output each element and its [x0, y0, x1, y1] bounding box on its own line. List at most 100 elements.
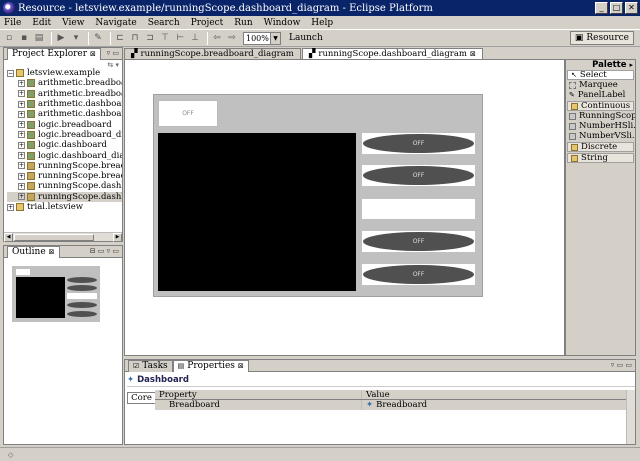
- launch-button[interactable]: Launch: [289, 33, 323, 43]
- toggle-button[interactable]: OFF: [158, 100, 218, 127]
- tab-breadboard-diagram[interactable]: ▞ runningScope.breadboard_diagram: [124, 48, 301, 59]
- led-indicator-1[interactable]: OFF: [362, 133, 475, 154]
- tree-file-item[interactable]: + arithmetic.breadboard: [7, 78, 122, 88]
- menu-view[interactable]: View: [62, 18, 84, 28]
- tab-properties[interactable]: ▤ Properties ⊠: [172, 359, 249, 372]
- palette-item-numberhslider[interactable]: NumberHSli...: [566, 121, 635, 131]
- expand-icon[interactable]: +: [18, 152, 25, 160]
- tree-file-item[interactable]: + logic.dashboard_diagra: [7, 150, 122, 161]
- diagram-canvas[interactable]: OFF OFF OFF OFF OFF: [124, 59, 565, 356]
- expand-icon[interactable]: +: [18, 121, 25, 129]
- column-header-value[interactable]: Value: [362, 390, 635, 400]
- view-menu-icon[interactable]: ▿ ▭ ▭: [611, 360, 632, 371]
- close-icon[interactable]: ⊠: [238, 361, 244, 372]
- tree-file-item[interactable]: + runningScope.breadboa: [7, 161, 122, 171]
- dropdown-icon[interactable]: ▾: [70, 32, 82, 44]
- outline-thumbnail[interactable]: [12, 266, 100, 322]
- palette-drawer-string[interactable]: String: [567, 153, 634, 163]
- tree-root[interactable]: − letsview.example: [7, 68, 122, 78]
- expand-icon[interactable]: +: [18, 172, 25, 180]
- close-icon[interactable]: ⊠: [49, 247, 55, 258]
- palette-collapse-icon[interactable]: ▸: [629, 61, 633, 69]
- save-icon[interactable]: ▪: [18, 32, 30, 44]
- table-row[interactable]: Breadboard ✦ Breadboard: [155, 400, 635, 410]
- tab-core[interactable]: Core: [127, 392, 155, 404]
- tab-dashboard-diagram[interactable]: ▞ runningScope.dashboard_diagram ⊠: [301, 48, 483, 59]
- forward-icon[interactable]: ⇨: [226, 32, 238, 44]
- tree-file-item[interactable]: + runningScope.dashboar: [7, 181, 122, 191]
- expand-icon[interactable]: +: [18, 79, 25, 87]
- palette-marquee-tool[interactable]: Marquee: [566, 80, 635, 90]
- align-center-icon[interactable]: ⊓: [129, 32, 141, 44]
- menu-window[interactable]: Window: [264, 18, 301, 28]
- tree-file-item[interactable]: + logic.breadboard_diagr: [7, 130, 122, 140]
- close-button[interactable]: ✕: [625, 2, 638, 14]
- tree-file-item[interactable]: + arithmetic.dashboard: [7, 99, 122, 109]
- led-indicator-2[interactable]: OFF: [362, 165, 475, 186]
- tree-file-item[interactable]: + runningScope.breadboa: [7, 171, 122, 181]
- tree-file-item[interactable]: + runningScope.dashboar: [7, 191, 122, 202]
- column-header-property[interactable]: Property: [155, 390, 362, 400]
- running-scope-display[interactable]: [158, 133, 356, 291]
- menu-run[interactable]: Run: [234, 18, 252, 28]
- tree-project-trial[interactable]: + trial.letsview: [7, 202, 122, 212]
- align-left-icon[interactable]: ⊏: [114, 32, 126, 44]
- minimize-button[interactable]: _: [595, 2, 608, 14]
- tree-file-item[interactable]: + arithmetic.dashboard_di: [7, 109, 122, 119]
- maximize-button[interactable]: □: [610, 2, 623, 14]
- outline-tab[interactable]: Outline ⊠: [7, 245, 60, 258]
- menu-edit[interactable]: Edit: [32, 18, 51, 28]
- expand-icon[interactable]: +: [7, 203, 14, 211]
- expand-icon[interactable]: +: [18, 162, 25, 170]
- palette-panellabel-tool[interactable]: ✎ PanelLabel: [566, 90, 635, 100]
- new-icon[interactable]: ▫: [3, 32, 15, 44]
- menu-project[interactable]: Project: [191, 18, 224, 28]
- tab-tasks[interactable]: ☑ Tasks: [128, 359, 173, 372]
- expand-icon[interactable]: +: [18, 110, 25, 118]
- property-value-cell[interactable]: ✦ Breadboard: [362, 400, 635, 410]
- tree-file-item[interactable]: + logic.breadboard: [7, 119, 122, 130]
- expand-icon[interactable]: +: [18, 100, 25, 108]
- palette-item-numbervslider[interactable]: NumberVSli...: [566, 131, 635, 141]
- menu-navigate[interactable]: Navigate: [95, 18, 136, 28]
- align-bottom-icon[interactable]: ⊥: [189, 32, 201, 44]
- palette-item-runningscope[interactable]: RunningScope: [566, 111, 635, 121]
- expand-icon[interactable]: +: [18, 193, 25, 201]
- led-indicator-3[interactable]: OFF: [362, 231, 475, 252]
- chevron-down-icon[interactable]: ▼: [270, 32, 280, 44]
- horizontal-scrollbar[interactable]: ◀ ▶: [4, 232, 122, 242]
- expand-icon[interactable]: +: [18, 131, 25, 139]
- menu-help[interactable]: Help: [311, 18, 333, 28]
- back-icon[interactable]: ⇦: [211, 32, 223, 44]
- vertical-scrollbar[interactable]: [626, 390, 635, 444]
- menu-search[interactable]: Search: [148, 18, 180, 28]
- print-icon[interactable]: ▤: [33, 32, 45, 44]
- outline-controls-icon[interactable]: ⊟ ▭ ▿ ▭: [90, 246, 119, 257]
- scroll-left-icon[interactable]: ◀: [4, 233, 13, 242]
- expand-icon[interactable]: +: [18, 141, 25, 149]
- led-indicator-4[interactable]: OFF: [362, 264, 475, 285]
- expand-icon[interactable]: +: [18, 90, 25, 98]
- close-icon[interactable]: ⊠: [470, 50, 476, 58]
- view-menu-icon[interactable]: ▿ ▭: [107, 48, 119, 59]
- expand-icon[interactable]: +: [18, 182, 25, 190]
- palette-drawer-continuous[interactable]: Continuous: [567, 101, 634, 111]
- zoom-select[interactable]: 100% ▼: [243, 31, 281, 45]
- dashboard-panel[interactable]: OFF OFF OFF OFF OFF: [153, 94, 483, 297]
- align-middle-icon[interactable]: ⊢: [174, 32, 186, 44]
- align-top-icon[interactable]: ⊤: [159, 32, 171, 44]
- scroll-right-icon[interactable]: ▶: [113, 233, 122, 242]
- perspective-resource-button[interactable]: ▣ Resource: [569, 31, 634, 45]
- tree-file-item[interactable]: + arithmetic.breadboard_d: [7, 89, 122, 99]
- collapse-icon[interactable]: −: [7, 69, 14, 77]
- menu-file[interactable]: File: [4, 18, 21, 28]
- palette-select-tool[interactable]: ↖ Select: [567, 70, 634, 80]
- edit-icon[interactable]: ✎: [92, 32, 104, 44]
- string-display[interactable]: [362, 199, 475, 219]
- palette-drawer-discrete[interactable]: Discrete: [567, 142, 634, 152]
- scroll-thumb[interactable]: [14, 234, 94, 241]
- run-icon[interactable]: ▶: [55, 32, 67, 44]
- close-icon[interactable]: ⊠: [90, 49, 96, 60]
- project-explorer-tab[interactable]: Project Explorer ⊠: [7, 47, 101, 60]
- tree-file-item[interactable]: + logic.dashboard: [7, 140, 122, 150]
